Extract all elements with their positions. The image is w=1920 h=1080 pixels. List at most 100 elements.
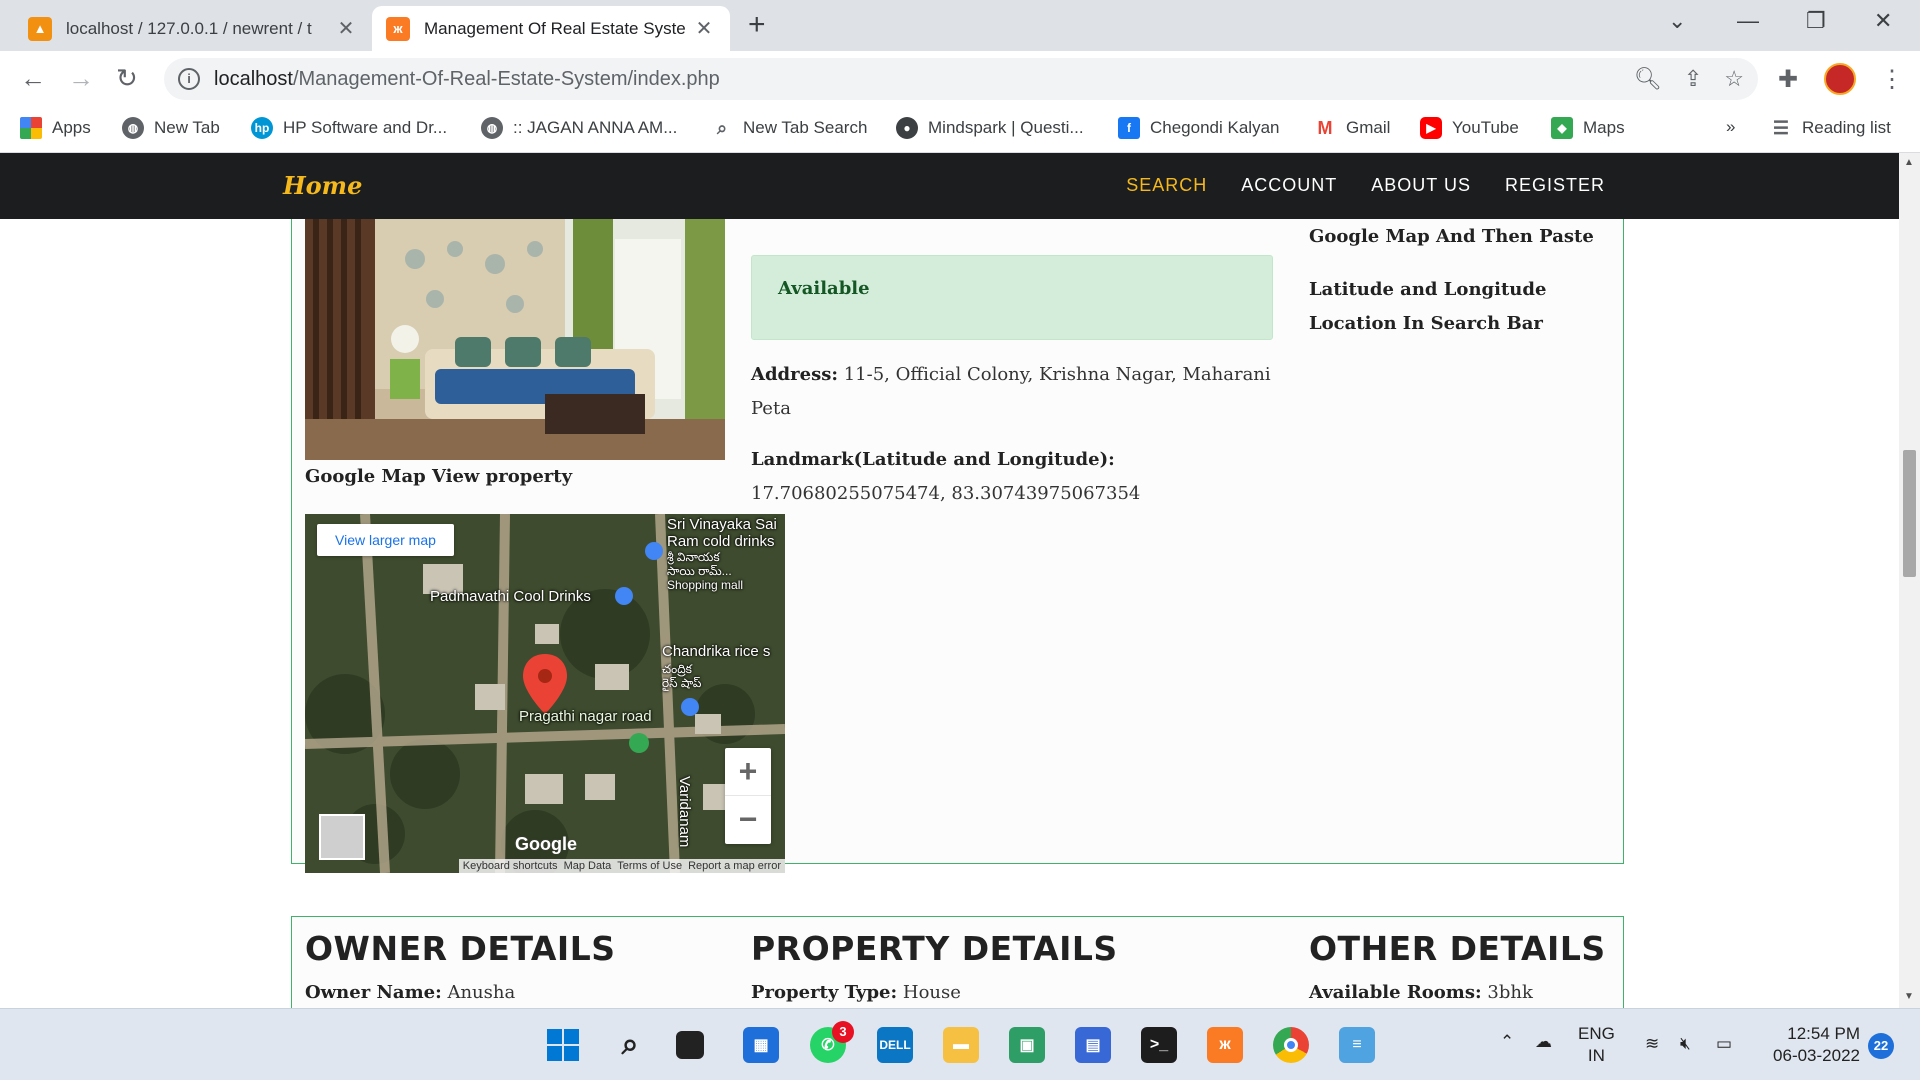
site-info-icon[interactable]: i: [178, 68, 200, 90]
tray-chevron-icon[interactable]: ⌃: [1500, 1031, 1514, 1053]
map-label-shopping-mall: Shopping mall: [667, 578, 744, 592]
map-data-link[interactable]: Map Data: [564, 860, 612, 872]
zoom-in-button[interactable]: +: [725, 748, 771, 796]
address-line: Address: 11-5, Official Colony, Krishna …: [751, 358, 1271, 426]
terms-of-use-link[interactable]: Terms of Use: [617, 860, 682, 872]
tab-phpmyadmin[interactable]: ▲ localhost / 127.0.0.1 / newrent / t ✕: [14, 6, 372, 51]
scroll-up-icon[interactable]: ▲: [1904, 157, 1914, 168]
extensions-icon[interactable]: ✚: [1778, 65, 1798, 94]
store-icon[interactable]: ▤: [1075, 1027, 1111, 1063]
notepad-icon[interactable]: ≡: [1339, 1027, 1375, 1063]
nav-account[interactable]: ACCOUNT: [1241, 175, 1337, 196]
minimize-icon[interactable]: —: [1737, 8, 1759, 34]
windows-start-icon[interactable]: [545, 1027, 581, 1063]
task-view-icon[interactable]: [676, 1031, 704, 1059]
status-alert: Available: [751, 255, 1273, 340]
globe-icon: ◍: [122, 117, 144, 139]
url-bar[interactable]: i localhost/Management-Of-Real-Estate-Sy…: [164, 58, 1758, 100]
menu-icon[interactable]: ⋮: [1880, 65, 1904, 94]
address-bar-row: ← → ↻ i localhost/Management-Of-Real-Est…: [0, 51, 1920, 107]
map-layer-toggle[interactable]: [319, 814, 365, 860]
language-indicator[interactable]: ENG IN: [1578, 1023, 1615, 1067]
share-icon[interactable]: ⇪: [1684, 66, 1702, 92]
nav-search[interactable]: SEARCH: [1126, 175, 1207, 196]
keyboard-shortcuts-link[interactable]: Keyboard shortcuts: [463, 860, 558, 872]
restore-icon[interactable]: ❐: [1806, 8, 1826, 34]
nav-about-us[interactable]: ABOUT US: [1371, 175, 1471, 196]
map-instruction-1: Google Map And Then Paste: [1309, 226, 1594, 247]
scrollbar-thumb[interactable]: [1903, 450, 1916, 577]
reload-icon[interactable]: ↻: [116, 63, 138, 93]
bookmark-label: HP Software and Dr...: [283, 118, 448, 137]
owner-name-value: Anusha: [447, 982, 516, 1003]
widgets-icon[interactable]: ▦: [743, 1027, 779, 1063]
bookmark-youtube[interactable]: ▶ YouTube: [1420, 117, 1519, 139]
clock[interactable]: 12:54 PM 06-03-2022: [1760, 1023, 1860, 1067]
bookmark-gmail[interactable]: M Gmail: [1314, 117, 1391, 139]
map-label-pragathi: Pragathi nagar road: [519, 708, 652, 725]
profile-avatar[interactable]: [1824, 63, 1856, 95]
page-scrollbar[interactable]: ▲ ▼: [1899, 153, 1920, 1008]
site-nav-links: SEARCH ACCOUNT ABOUT US REGISTER: [1126, 175, 1605, 196]
owner-details-heading: OWNER DETAILS: [305, 929, 616, 968]
xampp-icon[interactable]: ж: [1207, 1027, 1243, 1063]
gmail-icon: M: [1317, 117, 1333, 138]
wifi-icon[interactable]: ≋: [1645, 1033, 1659, 1055]
hp-icon: hp: [251, 117, 273, 139]
forward-icon[interactable]: →: [68, 63, 94, 93]
map-instruction-2: Latitude and Longitude Location In Searc…: [1309, 279, 1547, 334]
file-explorer-icon[interactable]: ▬: [943, 1027, 979, 1063]
close-icon[interactable]: ✕: [692, 17, 716, 41]
property-type-value: House: [902, 982, 961, 1003]
brand-home-link[interactable]: Home: [283, 171, 362, 200]
window-close-icon[interactable]: ✕: [1874, 8, 1892, 34]
url-path: /Management-Of-Real-Estate-System/index.…: [292, 67, 720, 90]
status-text: Available: [778, 278, 870, 299]
map-label-chandrika: Chandrika rice s: [662, 643, 771, 660]
bookmark-new-tab[interactable]: ◍ New Tab: [122, 117, 220, 139]
more-bookmarks-icon[interactable]: »: [1726, 117, 1735, 137]
reading-list-button[interactable]: ☰ Reading list: [1770, 117, 1891, 139]
bookmark-jagan[interactable]: ◍ :: JAGAN ANNA AM...: [481, 117, 677, 139]
bookmark-label: Apps: [52, 118, 91, 137]
chrome-icon[interactable]: [1273, 1027, 1309, 1063]
search-icon[interactable]: ⌕: [612, 1027, 648, 1063]
bookmark-mindspark[interactable]: ● Mindspark | Questi...: [896, 117, 1084, 139]
bookmarks-bar: Apps ◍ New Tab hp HP Software and Dr... …: [0, 107, 1920, 153]
bookmark-apps[interactable]: Apps: [20, 117, 91, 139]
bookmark-facebook[interactable]: f Chegondi Kalyan: [1118, 117, 1279, 139]
tab-title: Management Of Real Estate Syste: [424, 18, 686, 38]
terminal-icon[interactable]: >_: [1141, 1027, 1177, 1063]
battery-icon[interactable]: ▭: [1716, 1033, 1732, 1055]
available-rooms-line: Available Rooms: 3bhk: [1309, 982, 1533, 1003]
youtube-icon: ▶: [1420, 117, 1442, 139]
map-footer: Keyboard shortcuts Map Data Terms of Use…: [458, 859, 785, 873]
google-map-embed[interactable]: View larger map Sri Vinayaka Sai Ram col…: [305, 514, 785, 873]
bookmark-label: Chegondi Kalyan: [1150, 118, 1280, 137]
close-icon[interactable]: ✕: [334, 17, 358, 41]
report-map-error-link[interactable]: Report a map error: [688, 860, 781, 872]
view-larger-map-link[interactable]: View larger map: [317, 524, 454, 556]
tab-real-estate[interactable]: ж Management Of Real Estate Syste ✕: [372, 6, 730, 51]
bookmark-new-tab-search[interactable]: ⌕ New Tab Search: [711, 117, 867, 139]
bookmark-hp[interactable]: hp HP Software and Dr...: [251, 117, 447, 139]
zoom-out-button[interactable]: −: [725, 796, 771, 844]
photos-icon[interactable]: ▣: [1009, 1027, 1045, 1063]
scroll-down-icon[interactable]: ▼: [1904, 991, 1914, 1002]
bookmark-maps[interactable]: ◆ Maps: [1551, 117, 1625, 139]
bookmark-star-icon[interactable]: ☆: [1724, 66, 1744, 92]
dell-icon[interactable]: DELL: [877, 1027, 913, 1063]
notification-badge[interactable]: 22: [1868, 1033, 1894, 1059]
xampp-icon: ж: [386, 16, 410, 41]
property-type-line: Property Type: House: [751, 982, 961, 1003]
back-icon[interactable]: ←: [20, 63, 46, 93]
owner-name-label: Owner Name:: [305, 982, 442, 1003]
volume-muted-icon[interactable]: 🔇︎: [1680, 1033, 1691, 1055]
nav-register[interactable]: REGISTER: [1505, 175, 1605, 196]
new-tab-button[interactable]: +: [748, 10, 766, 40]
zoom-icon[interactable]: 🔍︎: [1634, 66, 1662, 92]
onedrive-icon[interactable]: ☁: [1535, 1031, 1552, 1053]
tab-search-icon[interactable]: ⌄: [1668, 8, 1686, 34]
owner-name-line: Owner Name: Anusha: [305, 982, 515, 1003]
whatsapp-badge: 3: [832, 1021, 854, 1043]
